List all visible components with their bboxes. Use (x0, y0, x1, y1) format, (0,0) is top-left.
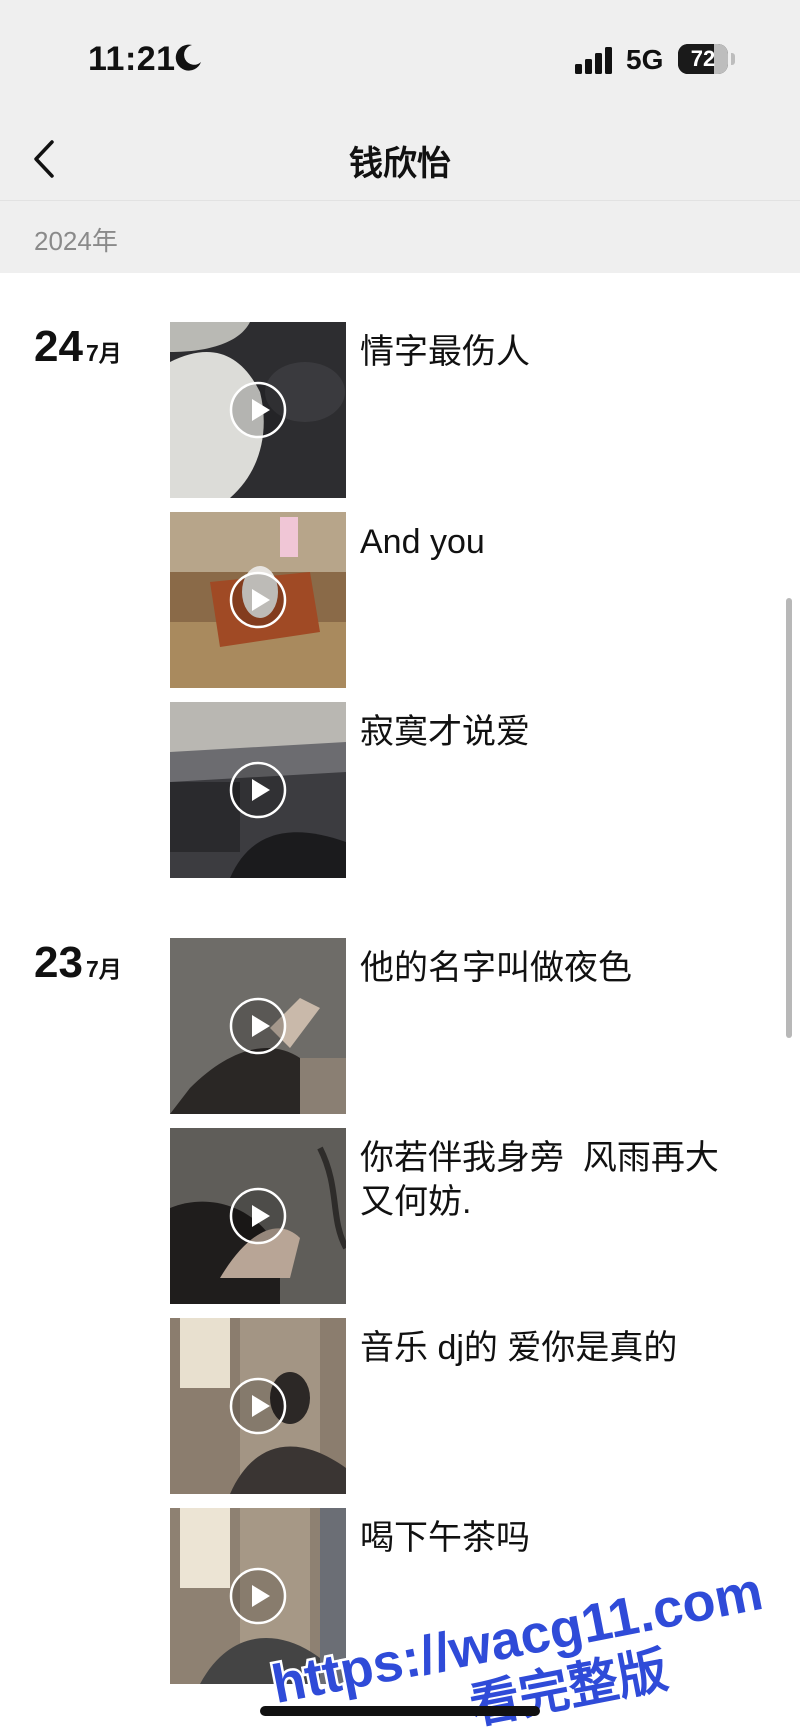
post-caption: 音乐 dj的 爱你是真的 (360, 1329, 678, 1367)
video-thumbnail[interactable] (170, 702, 346, 878)
date-label: 23 7月 (34, 938, 122, 988)
scrollbar[interactable] (786, 598, 792, 1038)
status-bar: 11:21 5G 72 (0, 0, 800, 118)
battery-tip (731, 53, 735, 65)
play-icon[interactable] (228, 1186, 288, 1246)
battery-percent: 72 (690, 46, 716, 71)
play-icon[interactable] (228, 1376, 288, 1436)
home-indicator[interactable] (260, 1706, 540, 1716)
video-post[interactable]: 你若伴我身旁 风雨再大又何妨. (170, 1128, 770, 1304)
network-label: 5G (626, 44, 664, 75)
date-day: 24 (34, 322, 83, 371)
year-header: 2024年 (0, 200, 800, 273)
date-day: 23 (34, 938, 83, 987)
video-post[interactable]: 音乐 dj的 爱你是真的 (170, 1318, 770, 1494)
play-icon[interactable] (228, 570, 288, 630)
video-thumbnail[interactable] (170, 1128, 346, 1304)
video-post[interactable]: And you (170, 512, 770, 688)
post-caption: And you (360, 523, 485, 561)
video-post[interactable]: 喝下午茶吗 (170, 1508, 770, 1684)
post-caption: 他的名字叫做夜色 (360, 949, 632, 987)
play-icon[interactable] (228, 760, 288, 820)
video-thumbnail[interactable] (170, 1508, 346, 1684)
play-icon[interactable] (228, 1566, 288, 1626)
play-icon[interactable] (228, 380, 288, 440)
moon-icon (175, 44, 201, 71)
signal-icon (575, 47, 612, 74)
video-thumbnail[interactable] (170, 938, 346, 1114)
post-caption: 你若伴我身旁 风雨再大又何妨. (360, 1139, 719, 1221)
date-label: 24 7月 (34, 322, 122, 372)
post-caption: 喝下午茶吗 (360, 1519, 530, 1557)
date-month: 7月 (85, 956, 122, 982)
video-post[interactable]: 情字最伤人 (170, 322, 770, 498)
battery-indicator: 72 (678, 44, 728, 74)
play-icon[interactable] (228, 996, 288, 1056)
video-thumbnail[interactable] (170, 322, 346, 498)
page-title: 钱欣怡 (349, 145, 451, 183)
year-label: 2024年 (34, 226, 118, 256)
video-post[interactable]: 他的名字叫做夜色 (170, 938, 770, 1114)
nav-bar: 钱欣怡 (0, 118, 800, 200)
post-caption: 情字最伤人 (360, 333, 530, 371)
date-month: 7月 (85, 340, 122, 366)
video-thumbnail[interactable] (170, 1318, 346, 1494)
video-thumbnail[interactable] (170, 512, 346, 688)
video-post[interactable]: 寂寞才说爱 (170, 702, 770, 878)
status-time: 11:21 (88, 40, 176, 78)
post-caption: 寂寞才说爱 (360, 713, 530, 751)
